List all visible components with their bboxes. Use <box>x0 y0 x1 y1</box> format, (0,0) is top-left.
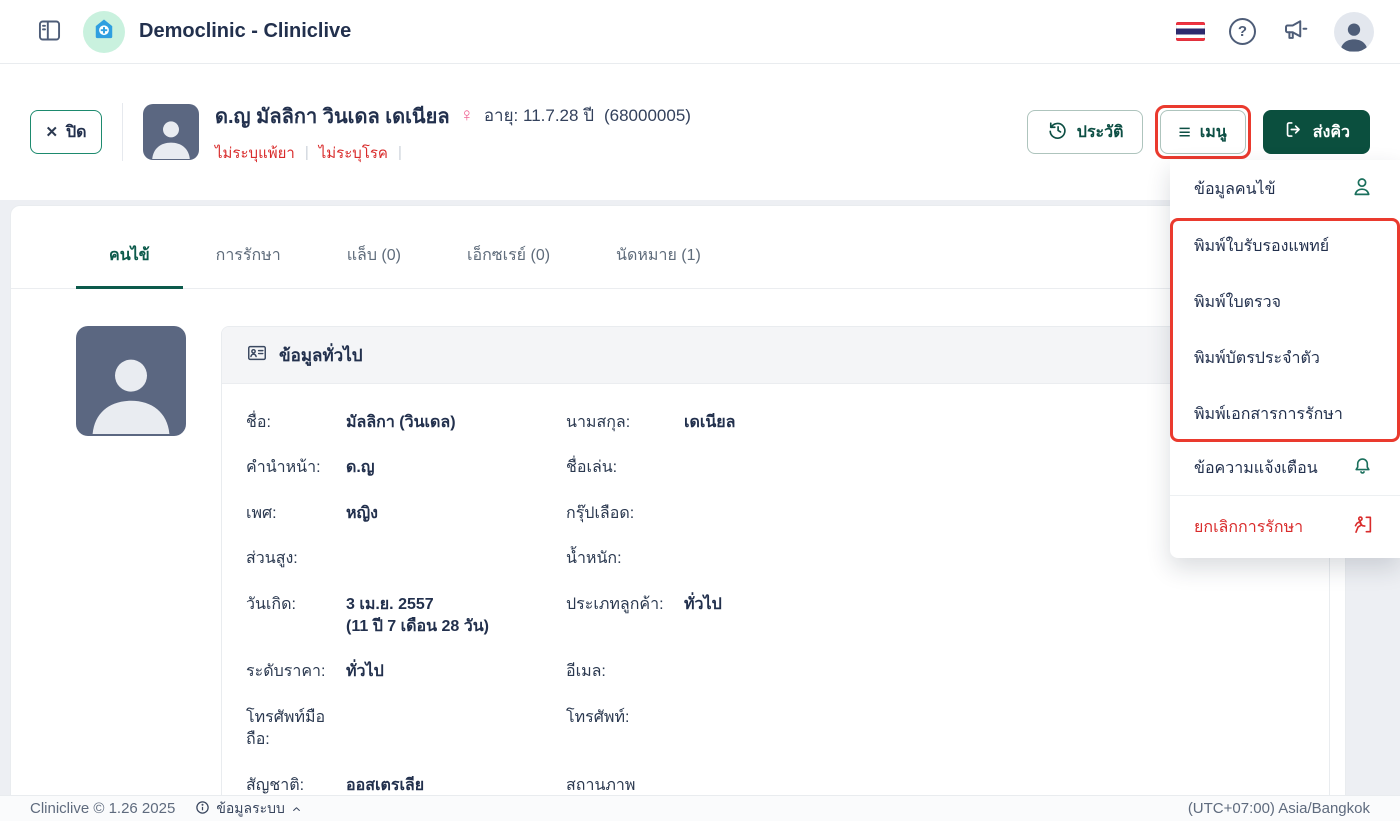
field-value: ออสเตรเลีย <box>346 776 425 794</box>
menu-item-label: พิมพ์ใบรับรองแพทย์ <box>1194 237 1330 255</box>
person-icon <box>1350 175 1374 204</box>
field-label: อีเมล: <box>566 663 606 681</box>
separator: | <box>397 144 402 161</box>
top-bar: Democlinic - Cliniclive ? <box>0 0 1400 64</box>
tab-xray[interactable]: เอ็กซเรย์ (0) <box>434 226 583 289</box>
allergy-status-link[interactable]: ไม่ระบุแพ้ยา <box>215 141 295 165</box>
menu-item-label: พิมพ์เอกสารการรักษา <box>1194 405 1343 423</box>
bell-icon <box>1351 455 1374 483</box>
patient-code: (68000005) <box>603 105 691 125</box>
history-button-label: ประวัติ <box>1076 123 1124 141</box>
chevron-up-icon <box>291 801 302 817</box>
general-info-panel: ข้อมูลทั่วไป ชื่อ: มัลลิกา (วินเดล) นามส… <box>221 326 1330 795</box>
history-clock-icon <box>1046 119 1068 146</box>
send-queue-button[interactable]: ส่งคิว <box>1262 110 1370 154</box>
field-label: ชื่อ: <box>246 414 271 431</box>
send-queue-icon <box>1283 119 1304 145</box>
field-label: วันเกิด: <box>246 595 296 613</box>
close-patient-button[interactable]: ✕ ปิด <box>30 110 102 154</box>
tab-patient[interactable]: คนไข้ <box>76 226 183 289</box>
field-label: สถานภาพ <box>566 776 636 794</box>
general-info-title: ข้อมูลทั่วไป <box>279 345 363 365</box>
menu-item-print-treatment-documents[interactable]: พิมพ์เอกสารการรักษา <box>1170 386 1400 442</box>
footer-copyright: Cliniclive © 1.26 2025 <box>30 800 176 817</box>
clinic-home-icon <box>91 16 117 47</box>
menu-item-label: พิมพ์บัตรประจำตัว <box>1194 349 1320 367</box>
timezone-label: (UTC+07:00) Asia/Bangkok <box>1187 800 1370 817</box>
system-info-toggle[interactable]: ข้อมูลระบบ <box>195 798 302 820</box>
field-label: นามสกุล: <box>566 414 631 431</box>
field-value: มัลลิกา (วินเดล) <box>346 414 456 431</box>
field-value: หญิง <box>346 504 378 522</box>
general-info-grid: ชื่อ: มัลลิกา (วินเดล) นามสกุล: เดเนียล … <box>246 412 1305 795</box>
history-button[interactable]: ประวัติ <box>1026 110 1143 154</box>
menu-button-label: เมนู <box>1199 123 1227 141</box>
menu-item-print-id-card[interactable]: พิมพ์บัตรประจำตัว <box>1170 330 1400 386</box>
announcements-button[interactable] <box>1280 16 1310 47</box>
field-label: ส่วนสูง: <box>246 550 298 568</box>
female-gender-icon: ♀ <box>459 104 474 126</box>
info-icon <box>195 800 210 818</box>
menu-item-print-examination-form[interactable]: พิมพ์ใบตรวจ <box>1170 274 1400 330</box>
menu-item-label: ข้อความแจ้งเตือน <box>1194 460 1318 477</box>
menu-button[interactable]: ≡ เมนู <box>1159 110 1246 154</box>
field-label: ชื่อเล่น: <box>566 459 618 477</box>
field-label: ระดับราคา: <box>246 663 326 681</box>
menu-button-highlight: ≡ เมนู <box>1154 105 1251 159</box>
birthdate-value: 3 เม.ย. 2557 <box>346 595 434 613</box>
menu-item-cancel-treatment[interactable]: ยกเลิกการรักษา <box>1170 496 1400 558</box>
close-icon: ✕ <box>45 124 59 141</box>
menu-item-label: ข้อมูลคนไข้ <box>1194 180 1276 198</box>
clinic-logo[interactable] <box>83 10 125 53</box>
patient-avatar <box>143 104 199 160</box>
field-label: โทรศัพท์: <box>566 708 630 726</box>
close-button-label: ปิด <box>66 123 87 141</box>
tab-lab[interactable]: แล็บ (0) <box>314 226 434 289</box>
tab-treatment[interactable]: การรักษา <box>183 226 314 289</box>
cancel-treatment-exit-icon <box>1351 513 1374 541</box>
tab-bar: คนไข้ การรักษา แล็บ (0) เอ็กซเรย์ (0) นั… <box>11 226 1345 289</box>
app-title: Democlinic - Cliniclive <box>139 20 352 42</box>
menu-item-patient-info[interactable]: ข้อมูลคนไข้ <box>1170 160 1400 218</box>
sidebar-panel-icon <box>36 17 63 47</box>
megaphone-icon <box>1280 16 1310 47</box>
divider <box>122 103 123 161</box>
birthdate-age-detail: (11 ปี 7 เดือน 28 วัน) <box>346 617 489 635</box>
field-value: ทั่วไป <box>684 595 722 613</box>
language-flag-thai-icon[interactable] <box>1176 22 1205 41</box>
patient-actions-dropdown: ข้อมูลคนไข้ พิมพ์ใบรับรองแพทย์ พิมพ์ใบตร… <box>1170 160 1400 558</box>
user-avatar[interactable] <box>1334 11 1374 52</box>
field-label: คำนำหน้า: <box>246 459 321 477</box>
menu-item-print-medical-certificate[interactable]: พิมพ์ใบรับรองแพทย์ <box>1170 218 1400 274</box>
separator: | <box>304 144 309 161</box>
menu-item-notification-messages[interactable]: ข้อความแจ้งเตือน <box>1170 442 1400 495</box>
menu-item-label: ยกเลิกการรักษา <box>1194 518 1304 536</box>
help-icon[interactable]: ? <box>1229 18 1256 45</box>
patient-detail-card: คนไข้ การรักษา แล็บ (0) เอ็กซเรย์ (0) นั… <box>10 205 1346 795</box>
patient-age: อายุ: 11.7.28 ปี <box>483 106 594 125</box>
menu-item-label: พิมพ์ใบตรวจ <box>1194 293 1281 311</box>
field-value: ด.ญ <box>346 459 375 477</box>
field-label: น้ำหนัก: <box>566 550 622 568</box>
sidebar-toggle-button[interactable] <box>36 17 63 47</box>
hamburger-icon: ≡ <box>1178 120 1191 144</box>
footer: Cliniclive © 1.26 2025 ข้อมูลระบบ (UTC+0… <box>0 795 1400 821</box>
patient-name: ด.ญ มัลลิกา วินเดล เดเนียล <box>215 105 450 128</box>
field-label: เพศ: <box>246 504 277 522</box>
id-card-icon <box>246 342 268 369</box>
field-value: 3 เม.ย. 2557 (11 ปี 7 เดือน 28 วัน) <box>346 594 566 639</box>
system-info-label: ข้อมูลระบบ <box>216 799 285 816</box>
patient-photo <box>76 326 186 436</box>
field-label: สัญชาติ: <box>246 776 305 794</box>
send-queue-button-label: ส่งคิว <box>1312 123 1350 141</box>
field-value: ทั่วไป <box>346 663 384 681</box>
field-label: กรุ๊ปเลือด: <box>566 504 635 522</box>
disease-status-link[interactable]: ไม่ระบุโรค <box>319 141 388 165</box>
field-label: โทรศัพท์มือถือ: <box>246 708 326 749</box>
tab-appointments[interactable]: นัดหมาย (1) <box>583 226 734 289</box>
field-label: ประเภทลูกค้า: <box>566 595 664 613</box>
